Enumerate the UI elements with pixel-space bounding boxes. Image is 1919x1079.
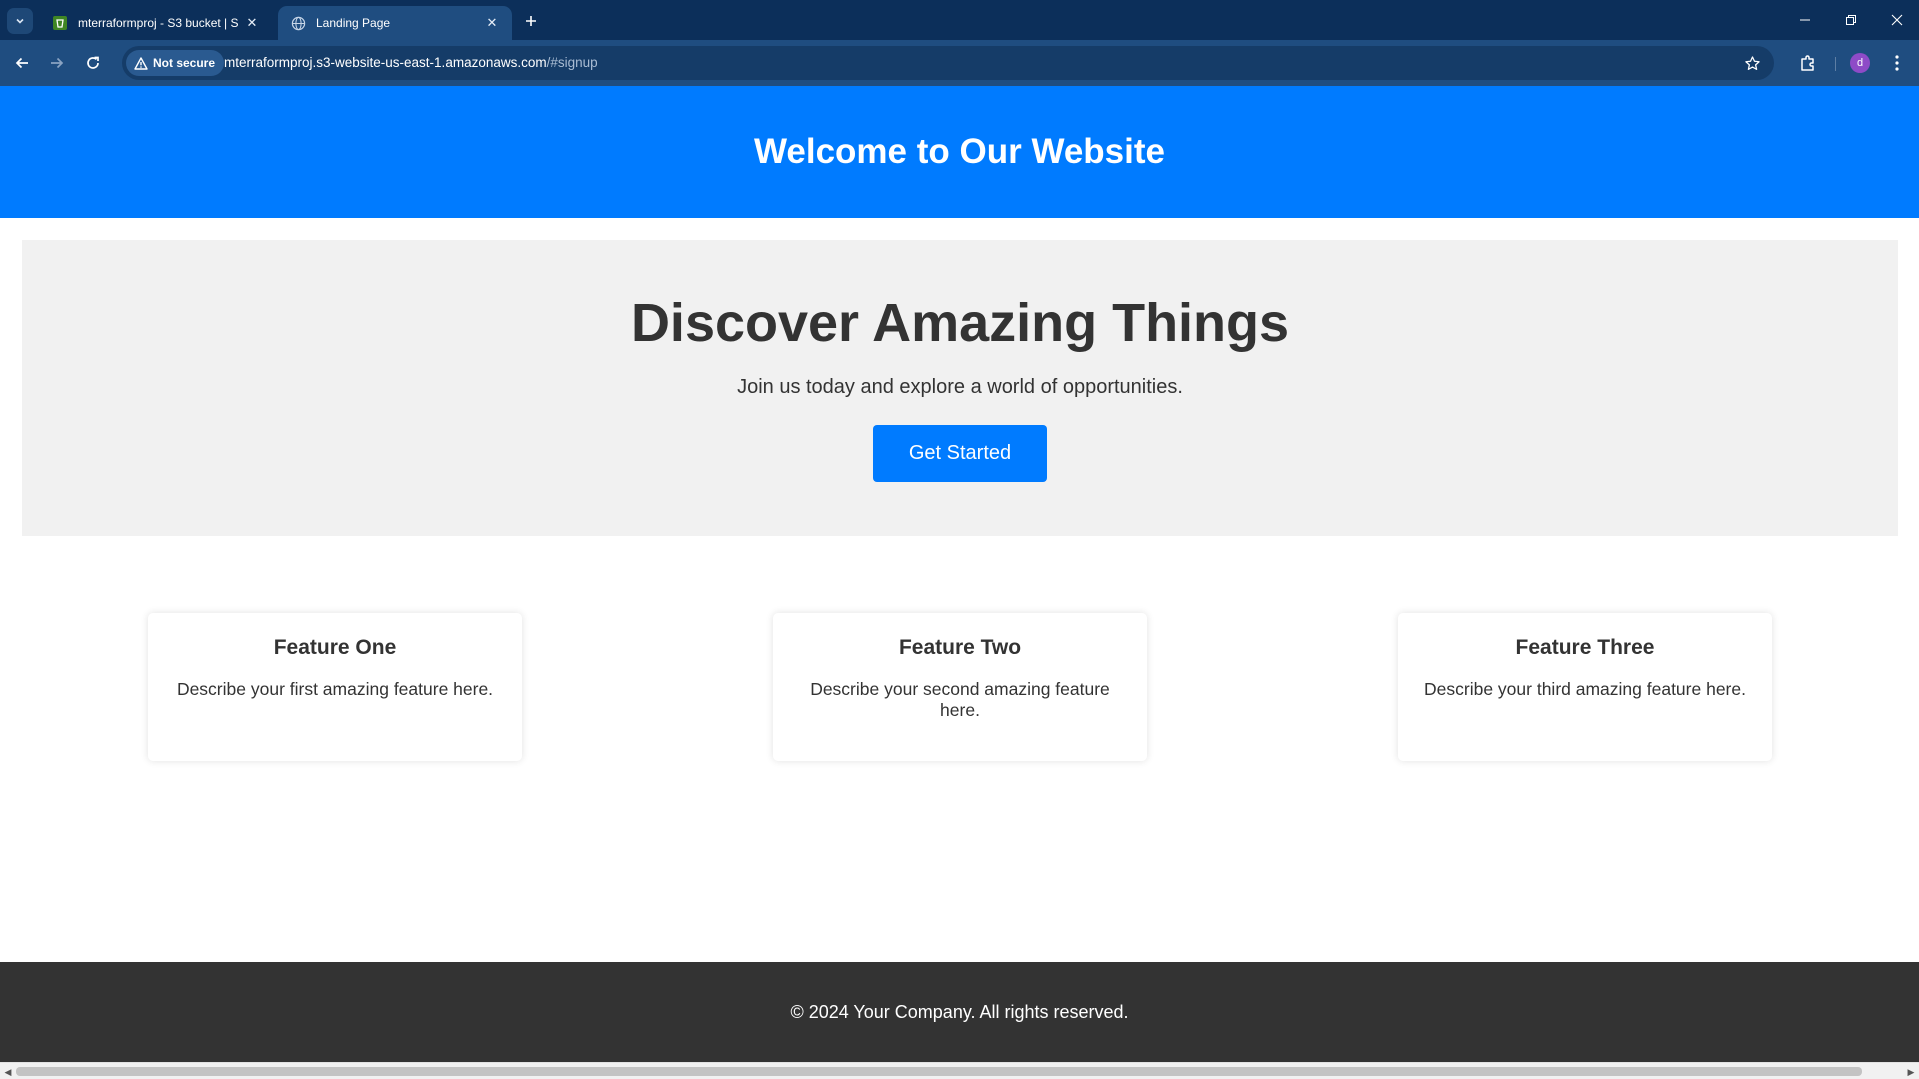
feature-card: Feature One Describe your first amazing … xyxy=(148,613,522,761)
hero-section: Discover Amazing Things Join us today an… xyxy=(22,240,1898,536)
security-indicator[interactable]: Not secure xyxy=(126,50,225,76)
get-started-button[interactable]: Get Started xyxy=(873,425,1047,482)
extensions-button[interactable] xyxy=(1795,50,1821,76)
browser-toolbar: Not secure mterraformproj.s3-website-us-… xyxy=(0,40,1919,86)
security-label: Not secure xyxy=(153,56,216,70)
arrow-right-icon xyxy=(51,57,64,69)
hero-title: Discover Amazing Things xyxy=(630,293,1290,353)
footer-copyright: © 2024 Your Company. All rights reserved… xyxy=(790,1001,1129,1022)
feature-description: Describe your third amazing feature here… xyxy=(1424,679,1746,699)
warning-icon xyxy=(134,56,148,70)
plus-icon xyxy=(526,16,536,26)
feature-card: Feature Three Describe your third amazin… xyxy=(1398,613,1772,761)
scroll-left-icon[interactable]: ◀ xyxy=(2,1066,14,1078)
scrollbar-thumb[interactable] xyxy=(16,1067,1862,1076)
bookmark-button[interactable] xyxy=(1740,51,1764,75)
hero-subtitle: Join us today and explore a world of opp… xyxy=(737,376,1183,398)
new-tab-button[interactable] xyxy=(520,10,542,32)
address-bar[interactable]: Not secure mterraformproj.s3-website-us-… xyxy=(122,46,1774,80)
restore-icon xyxy=(1846,15,1856,25)
tab-s3-bucket[interactable]: mterraformproj - S3 bucket | S3 ✕ xyxy=(40,6,272,40)
browser-menu-button[interactable] xyxy=(1886,50,1908,76)
profile-avatar[interactable]: d xyxy=(1850,53,1870,73)
feature-description: Describe your first amazing feature here… xyxy=(176,679,494,699)
kebab-icon xyxy=(1895,55,1899,71)
star-icon xyxy=(1744,55,1760,70)
feature-title: Feature Three xyxy=(1515,636,1655,659)
url-host: mterraformproj.s3-website-us-east-1.amaz… xyxy=(224,55,547,70)
site-footer: © 2024 Your Company. All rights reserved… xyxy=(0,962,1919,1062)
toolbar-divider xyxy=(1835,57,1836,71)
minimize-icon xyxy=(1800,19,1810,21)
globe-icon xyxy=(290,15,306,31)
feature-title: Feature Two xyxy=(898,636,1022,659)
site-title: Welcome to Our Website xyxy=(753,132,1165,171)
feature-description: Describe your second amazing feature her… xyxy=(810,679,1110,720)
feature-card: Feature Two Describe your second amazing… xyxy=(773,613,1147,761)
puzzle-icon xyxy=(1801,55,1814,71)
minimize-button[interactable] xyxy=(1788,8,1822,32)
close-icon[interactable]: ✕ xyxy=(484,15,500,31)
scroll-right-icon[interactable]: ▶ xyxy=(1905,1066,1917,1078)
tab-label: mterraformproj - S3 bucket | S3 xyxy=(78,16,238,30)
tab-search-button[interactable] xyxy=(7,8,33,34)
browser-tab-bar: mterraformproj - S3 bucket | S3 ✕ Landin… xyxy=(0,0,1919,40)
site-header: Welcome to Our Website xyxy=(0,86,1919,218)
reload-icon xyxy=(87,56,99,69)
horizontal-scrollbar[interactable]: ◀ ▶ xyxy=(0,1062,1919,1079)
arrow-left-icon xyxy=(15,57,28,69)
chevron-down-icon xyxy=(16,18,24,24)
window-close-button[interactable] xyxy=(1880,8,1914,32)
tab-label: Landing Page xyxy=(316,16,391,30)
url-path: /#signup xyxy=(546,55,598,70)
s3-bucket-icon xyxy=(52,15,68,31)
forward-button[interactable] xyxy=(44,50,70,76)
close-icon[interactable]: ✕ xyxy=(244,15,260,31)
restore-button[interactable] xyxy=(1834,8,1868,32)
tab-landing-page[interactable]: Landing Page ✕ xyxy=(278,6,512,40)
feature-title: Feature One xyxy=(273,636,397,659)
close-icon xyxy=(1891,14,1903,26)
reload-button[interactable] xyxy=(80,50,106,76)
back-button[interactable] xyxy=(9,50,35,76)
url-text: mterraformproj.s3-website-us-east-1.amaz… xyxy=(224,46,598,80)
